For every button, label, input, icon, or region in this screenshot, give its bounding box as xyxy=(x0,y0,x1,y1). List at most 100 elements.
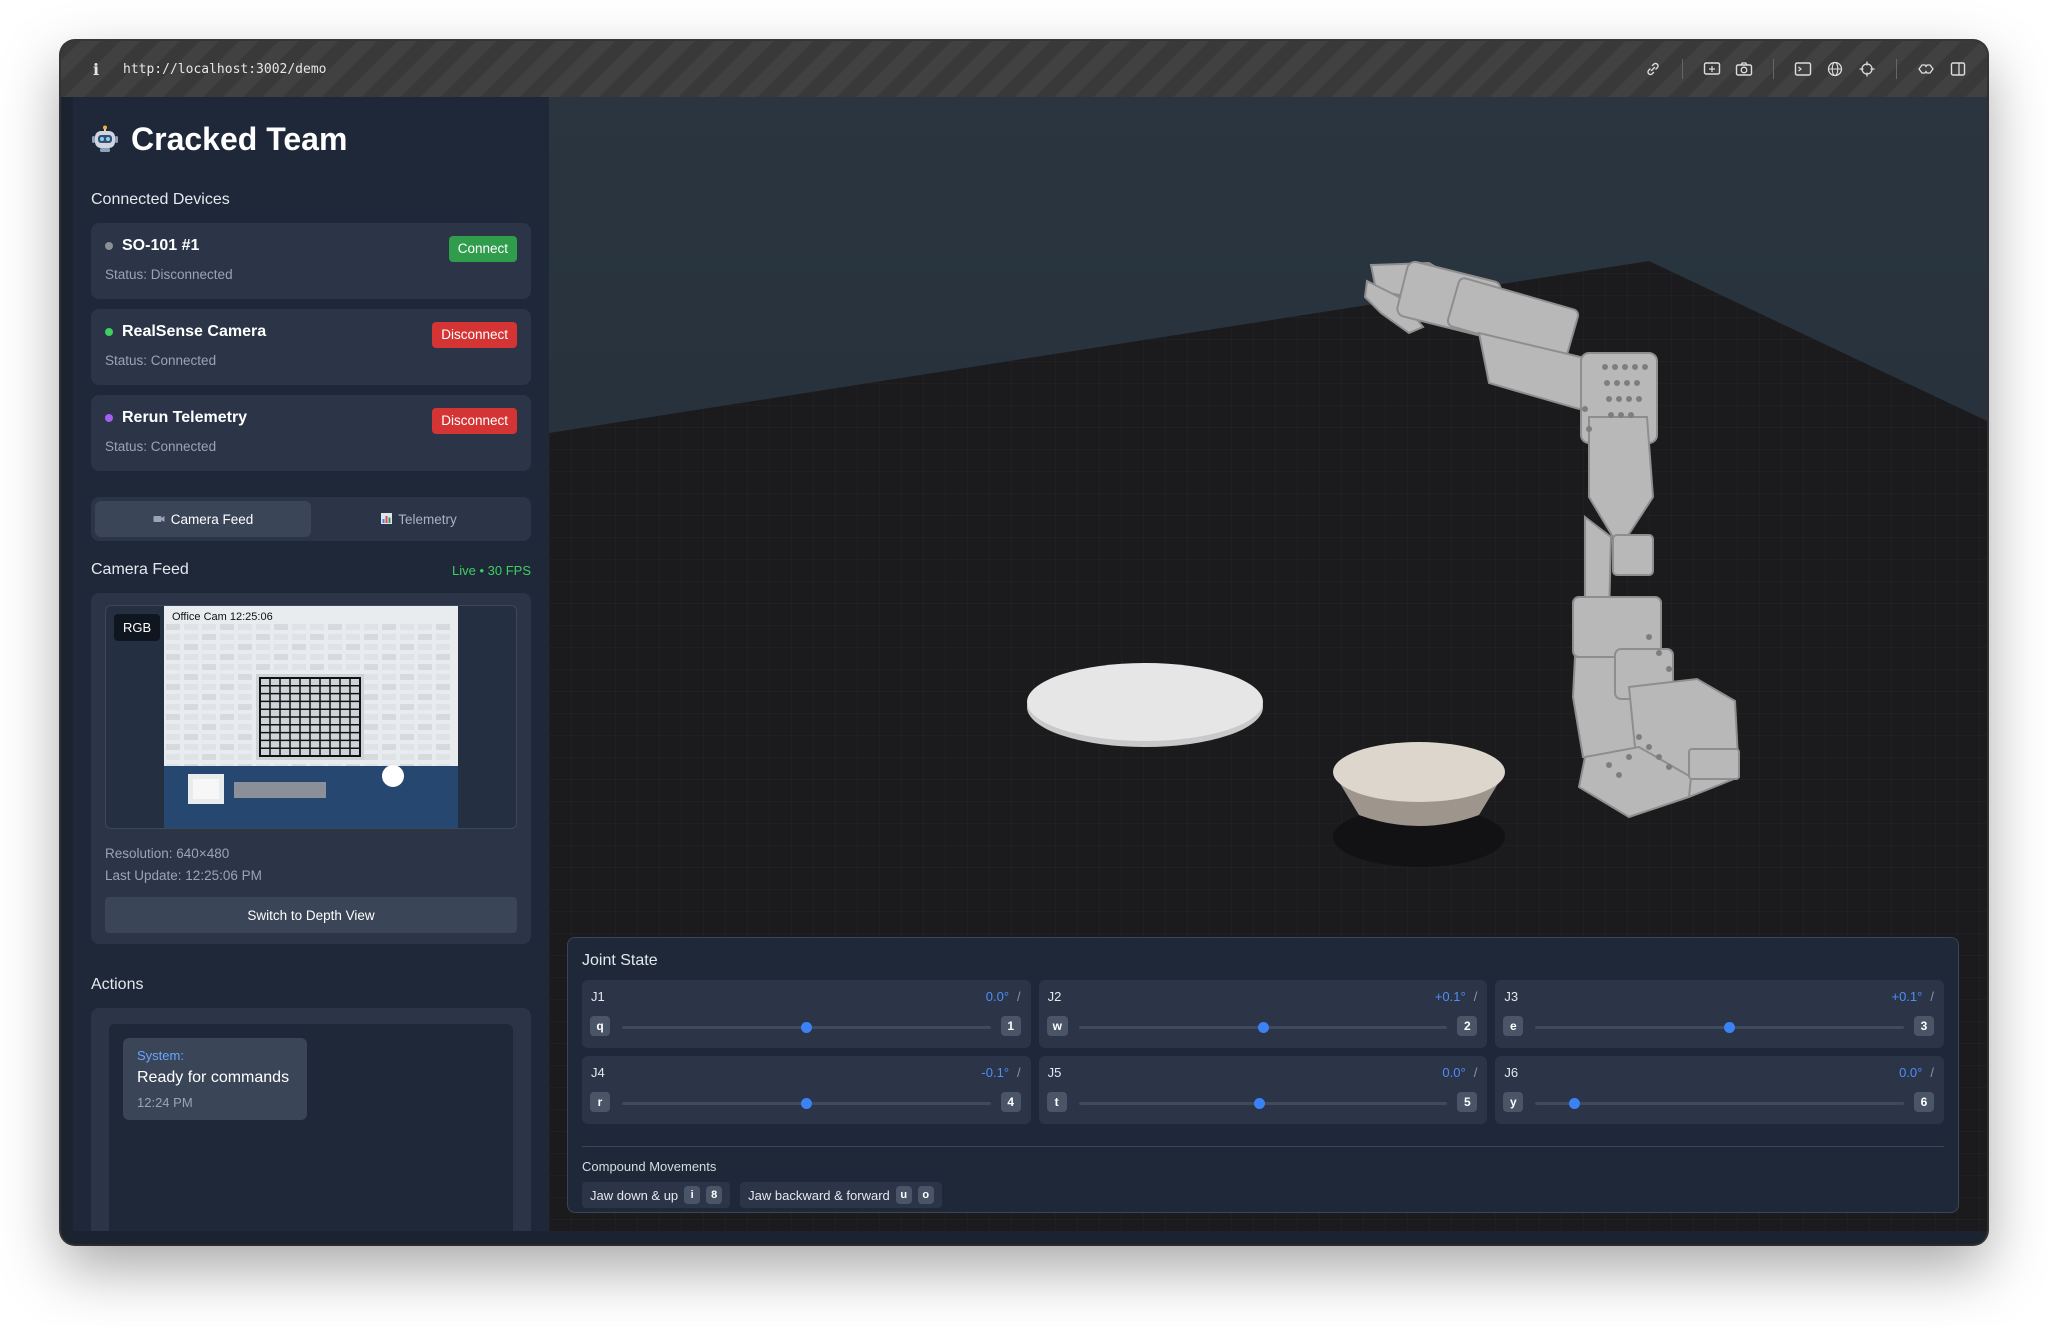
url-bar[interactable]: i http://localhost:3002/demo xyxy=(61,41,1987,97)
joint-name: J1 xyxy=(591,989,605,1004)
link-icon[interactable] xyxy=(1644,60,1662,78)
joint-card-j4: J4 -0.1° / r 4 xyxy=(582,1056,1031,1124)
joint-value: 0.0° xyxy=(985,989,1010,1004)
message-bubble: System: Ready for commands 12:24 PM xyxy=(123,1038,307,1120)
key-increase[interactable]: 5 xyxy=(1457,1092,1478,1112)
joint-state-title: Joint State xyxy=(582,952,658,969)
crosshair-icon[interactable] xyxy=(1858,60,1876,78)
slider-thumb[interactable] xyxy=(801,1022,813,1033)
tab-camera-feed[interactable]: Camera Feed xyxy=(95,501,311,537)
key-increase[interactable]: 1 xyxy=(1000,1016,1021,1036)
actions-card: System: Ready for commands 12:24 PM xyxy=(91,1008,531,1231)
compound-label: Jaw down & up xyxy=(590,1187,679,1203)
info-icon[interactable]: i xyxy=(93,60,109,79)
device-status: Status: Connected xyxy=(105,353,217,368)
tab-label: Camera Feed xyxy=(170,511,254,527)
3d-viewport[interactable]: Joint State J1 0.0° / q 1 J2 +0.1° / w 2 xyxy=(549,97,1987,1231)
view-tabs: Camera Feed Telemetry xyxy=(91,497,531,541)
status-dot xyxy=(105,242,113,250)
connect-button[interactable]: Connect xyxy=(448,236,517,262)
screenshot-icon[interactable] xyxy=(1703,60,1721,78)
key-increase[interactable]: 6 xyxy=(1913,1092,1934,1112)
live-status: Live • 30 FPS xyxy=(452,562,531,578)
message-text: Ready for commands xyxy=(137,1069,290,1086)
joint-slider[interactable] xyxy=(622,1098,991,1109)
joint-value: +0.1° xyxy=(1891,989,1923,1004)
compound-jaw-down-up[interactable]: Jaw down & up i 8 xyxy=(582,1182,731,1208)
devices-title: Connected Devices xyxy=(91,191,230,208)
compound-key[interactable]: o xyxy=(917,1186,934,1204)
camera-icon[interactable] xyxy=(1735,60,1753,78)
browser-toolbar xyxy=(1644,41,1967,97)
joint-slash: / xyxy=(1017,1065,1021,1080)
joint-slider[interactable] xyxy=(1535,1022,1904,1033)
slider-thumb[interactable] xyxy=(1569,1098,1581,1109)
actions-title: Actions xyxy=(91,976,144,993)
status-dot xyxy=(105,328,113,336)
key-decrease[interactable]: t xyxy=(1046,1092,1067,1112)
device-name: Rerun Telemetry xyxy=(122,409,248,426)
terminal-icon[interactable] xyxy=(1794,60,1812,78)
camera-overlay-text: Office Cam 12:25:06 xyxy=(172,611,273,623)
split-view-icon[interactable] xyxy=(1949,60,1967,78)
globe-icon[interactable] xyxy=(1826,60,1844,78)
key-decrease[interactable]: y xyxy=(1503,1092,1524,1112)
joint-value: 0.0° xyxy=(1899,1065,1923,1080)
resolution-text: Resolution: 640×480 xyxy=(105,846,230,861)
camera-card: Office Cam 12:25:06 RGB Resolution: 640×… xyxy=(91,593,531,944)
actions-log[interactable]: System: Ready for commands 12:24 PM xyxy=(109,1024,513,1231)
key-increase[interactable]: 2 xyxy=(1457,1016,1478,1036)
joint-card-j5: J5 0.0° / t 5 xyxy=(1038,1056,1488,1124)
slider-thumb[interactable] xyxy=(1723,1022,1735,1033)
device-card: RealSense Camera Status: Connected Disco… xyxy=(91,309,531,385)
joint-slash: / xyxy=(1017,989,1021,1004)
key-decrease[interactable]: e xyxy=(1503,1016,1524,1036)
joint-slash: / xyxy=(1473,989,1478,1004)
message-sender: System: xyxy=(137,1048,184,1063)
key-increase[interactable]: 3 xyxy=(1913,1016,1934,1036)
joint-name: J2 xyxy=(1047,989,1062,1004)
joint-value: +0.1° xyxy=(1434,989,1466,1004)
joint-slash: / xyxy=(1930,1065,1934,1080)
key-decrease[interactable]: w xyxy=(1046,1016,1068,1036)
status-dot xyxy=(105,414,113,422)
rgb-badge: RGB xyxy=(114,614,161,641)
extension-icon[interactable] xyxy=(1917,60,1935,78)
slider-thumb[interactable] xyxy=(1254,1098,1266,1109)
compound-key[interactable]: u xyxy=(895,1186,912,1204)
url-text[interactable]: http://localhost:3002/demo xyxy=(123,62,327,77)
camera-feed-title: Camera Feed xyxy=(91,561,189,578)
joint-slider[interactable] xyxy=(1078,1098,1448,1109)
key-decrease[interactable]: r xyxy=(590,1092,610,1112)
joint-slider[interactable] xyxy=(1078,1022,1448,1033)
bar-chart-icon xyxy=(381,512,393,527)
disconnect-button[interactable]: Disconnect xyxy=(432,408,517,434)
camera-image: Office Cam 12:25:06 xyxy=(164,606,458,828)
message-time: 12:24 PM xyxy=(137,1095,193,1110)
joint-state-panel: Joint State J1 0.0° / q 1 J2 +0.1° / w 2 xyxy=(567,937,1959,1213)
robot-icon xyxy=(91,125,119,153)
tab-telemetry[interactable]: Telemetry xyxy=(311,501,527,537)
key-decrease[interactable]: q xyxy=(590,1016,610,1036)
joint-slider[interactable] xyxy=(622,1022,991,1033)
device-card: Rerun Telemetry Status: Connected Discon… xyxy=(91,395,531,471)
slider-thumb[interactable] xyxy=(801,1098,813,1109)
device-name: RealSense Camera xyxy=(122,323,267,340)
compound-key[interactable]: 8 xyxy=(706,1186,723,1204)
switch-depth-button[interactable]: Switch to Depth View xyxy=(105,897,517,933)
disconnect-button[interactable]: Disconnect xyxy=(432,322,517,348)
joint-slider[interactable] xyxy=(1535,1098,1904,1109)
app-title: Cracked Team xyxy=(131,120,348,157)
tab-label: Telemetry xyxy=(398,511,457,527)
joint-name: J6 xyxy=(1504,1065,1519,1080)
device-status: Status: Disconnected xyxy=(105,267,233,282)
joint-value: 0.0° xyxy=(1442,1065,1466,1080)
compound-jaw-backward-forward[interactable]: Jaw backward & forward u o xyxy=(740,1182,942,1208)
video-camera-icon xyxy=(153,512,165,527)
slider-thumb[interactable] xyxy=(1257,1022,1269,1033)
joint-slash: / xyxy=(1473,1065,1478,1080)
compound-key[interactable]: i xyxy=(684,1186,701,1204)
browser-window: i http://localhost:3002/demo Cracked Tea… xyxy=(61,41,1987,1244)
key-increase[interactable]: 4 xyxy=(1000,1092,1021,1112)
last-update-text: Last Update: 12:25:06 PM xyxy=(105,868,262,883)
